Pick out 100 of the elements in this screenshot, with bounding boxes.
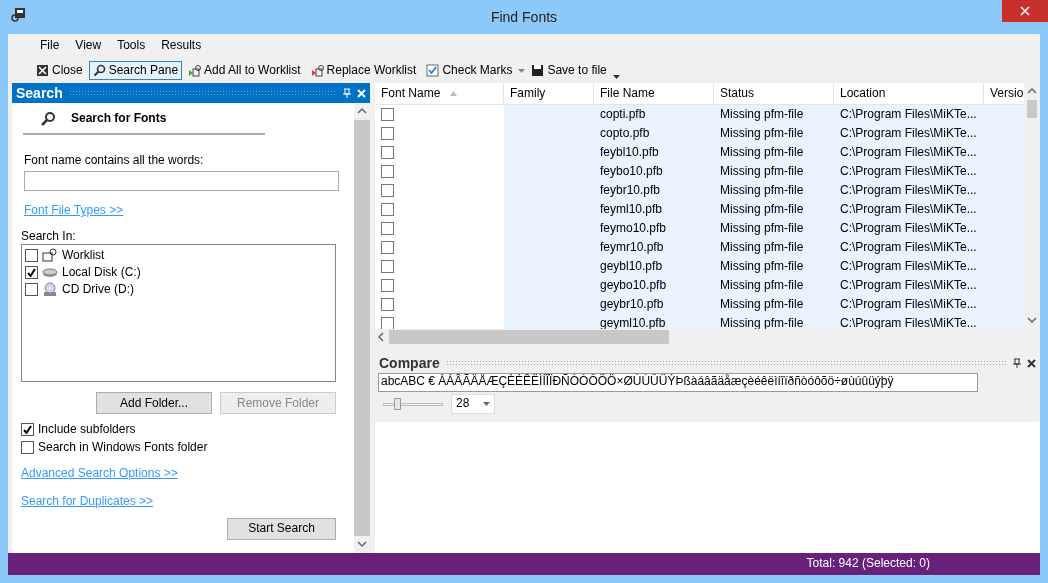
table-cell-text: feybl10.pfb [599, 144, 660, 161]
close-icon [36, 64, 49, 77]
column-header[interactable]: Font Name [381, 85, 441, 102]
table-cell-text: Missing pfm-file [719, 239, 805, 256]
table-cell-text: feyml10.pfb [599, 201, 664, 218]
table-cell-text: C:\Program Files\MiKTe... [839, 239, 978, 256]
checkbox[interactable] [381, 241, 394, 254]
checkbox[interactable] [21, 440, 34, 454]
checkbox[interactable] [381, 203, 394, 216]
gear-icon [188, 64, 202, 77]
location-label[interactable]: CD Drive (D:) [62, 282, 134, 298]
table-cell-text: feybr10.pfb [599, 182, 662, 199]
table-cell-text: C:\Program Files\MiKTe... [839, 201, 978, 218]
column-header[interactable]: File Name [594, 83, 714, 105]
scrollbar-thumb[interactable] [389, 330, 669, 344]
column-header[interactable]: Family [504, 83, 594, 105]
caret-icon [483, 402, 490, 406]
checkbox[interactable] [381, 108, 394, 121]
search-icon [92, 64, 106, 77]
checkbox[interactable] [381, 260, 394, 273]
checkbox-icon [426, 64, 440, 77]
close-icon[interactable] [1027, 358, 1036, 368]
checkbox[interactable] [381, 317, 394, 329]
size-dropdown[interactable]: 28 [451, 394, 495, 414]
table-cell-text: C:\Program Files\MiKTe... [839, 144, 978, 161]
table-cell-text: C:\Program Files\MiKTe... [839, 106, 978, 123]
checkbox[interactable] [381, 184, 394, 197]
sort-arrow-icon [450, 91, 457, 96]
menu-item[interactable]: File [32, 38, 68, 54]
scrollbar-thumb[interactable] [1027, 100, 1037, 118]
location-label[interactable]: Worklist [62, 248, 105, 264]
table-cell-text: C:\Program Files\MiKTe... [839, 296, 978, 313]
sample-text-field[interactable]: abcABC € ÀÁÂÃÄÅÆÇÈÉÊËÌÍÎÏÐÑÒÓÔÕÖ×ØÙÚÛÜÝÞßàáâãäåæçèéêëìíîïðñòóôõö÷øùúûüýþÿ [378, 373, 978, 392]
app-icon [10, 7, 26, 23]
dropdown-arrow[interactable] [612, 74, 620, 79]
gear-icon [42, 248, 58, 264]
start-search-button[interactable]: Start Search [227, 517, 336, 540]
table-cell-text: Missing pfm-file [719, 201, 805, 218]
table-cell-text: geyml10.pfb [599, 315, 667, 329]
window-title: Find Fonts [489, 8, 559, 27]
pane-title: Compare [379, 353, 440, 373]
table-cell-text: Missing pfm-file [719, 220, 805, 237]
size-slider[interactable] [383, 398, 443, 410]
folder-button[interactable]: Add Folder... [96, 392, 212, 415]
toolbar-button[interactable]: Replace Worklist [306, 60, 421, 81]
checkbox[interactable] [25, 283, 38, 297]
column-header[interactable]: Location [834, 83, 984, 105]
table-cell-text: C:\Program Files\MiKTe... [839, 258, 978, 275]
checkbox[interactable] [381, 165, 394, 178]
checkbox[interactable] [21, 422, 34, 436]
font-name-field[interactable] [24, 171, 339, 192]
table-cell-text: Missing pfm-file [719, 163, 805, 180]
table-cell-text: Missing pfm-file [719, 277, 805, 294]
status-text: Total: 942 (Selected: 0) [8, 553, 1040, 575]
table-cell-text: Missing pfm-file [719, 315, 805, 329]
pane-title: Search [16, 83, 63, 103]
close-button[interactable] [1002, 0, 1048, 22]
checkbox[interactable] [381, 298, 394, 311]
table-cell-text: C:\Program Files\MiKTe... [839, 182, 978, 199]
option-label[interactable]: Include subfolders [38, 421, 136, 438]
table-cell-text: Missing pfm-file [719, 182, 805, 199]
field-label: Search In: [21, 228, 77, 245]
table-cell-text: Missing pfm-file [719, 296, 805, 313]
table-cell-text: C:\Program Files\MiKTe... [839, 220, 978, 237]
pin-icon[interactable] [1013, 358, 1021, 368]
toolbar-button[interactable]: Check Marks [422, 60, 517, 81]
toolbar-button[interactable]: Search Pane [88, 60, 183, 81]
table-cell-text: feymr10.pfb [599, 239, 665, 256]
close-icon [1020, 6, 1030, 16]
checkbox[interactable] [381, 279, 394, 292]
option-label[interactable]: Search in Windows Fonts folder [38, 439, 208, 456]
checkbox[interactable] [25, 249, 38, 263]
checkbox[interactable] [25, 266, 38, 280]
table-cell-text: feybo10.pfb [599, 163, 664, 180]
table-cell-text: copto.pfb [599, 125, 651, 142]
table-cell-text: Missing pfm-file [719, 106, 805, 123]
table-cell-text: C:\Program Files\MiKTe... [839, 163, 978, 180]
menu-item[interactable]: Tools [109, 38, 154, 54]
table-cell-text: C:\Program Files\MiKTe... [839, 315, 978, 329]
table-cell-text: Missing pfm-file [719, 258, 805, 275]
table-cell-text: copti.pfb [599, 106, 647, 123]
table-cell-text: geybr10.pfb [599, 296, 665, 313]
table-cell-text: feymo10.pfb [599, 220, 668, 237]
field-label: Font name contains all the words: [24, 152, 205, 169]
location-label[interactable]: Local Disk (C:) [62, 265, 141, 281]
table-cell-text: geybo10.pfb [599, 277, 668, 294]
menu-item[interactable]: Results [153, 38, 210, 54]
search-icon [41, 111, 55, 126]
checkbox[interactable] [381, 127, 394, 140]
column-header[interactable]: Status [714, 83, 834, 105]
cd-drive-icon [42, 282, 58, 298]
toolbar-button[interactable]: Save to file [527, 60, 611, 81]
toolbar-button[interactable]: Close [32, 60, 87, 81]
table-cell-text: geybl10.pfb [599, 258, 664, 275]
toolbar-button[interactable]: Add All to Worklist [184, 60, 305, 81]
checkbox[interactable] [381, 222, 394, 235]
checkbox[interactable] [381, 146, 394, 159]
table-cell-text: C:\Program Files\MiKTe... [839, 125, 978, 142]
section-heading: Search for Fonts [71, 111, 167, 127]
menu-item[interactable]: View [67, 38, 110, 54]
